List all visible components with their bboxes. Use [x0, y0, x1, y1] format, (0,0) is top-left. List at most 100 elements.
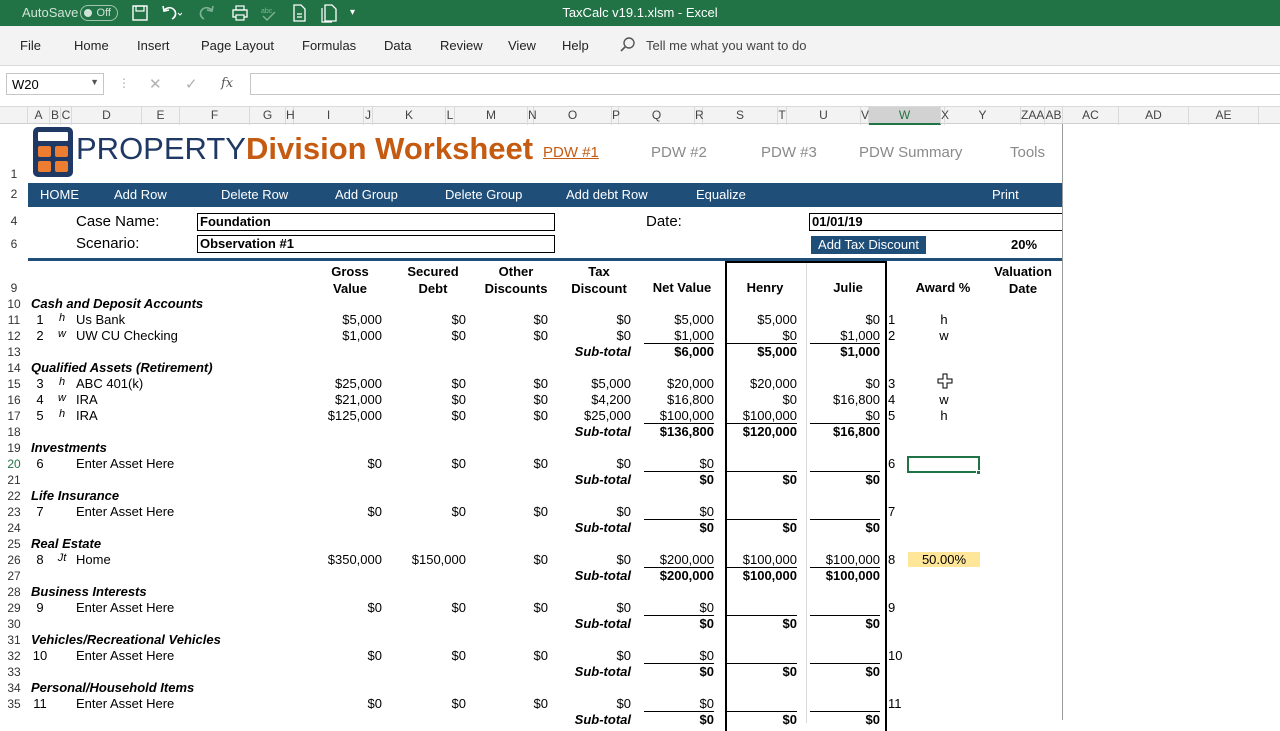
column-header-q[interactable]: Q: [619, 107, 695, 125]
item-index[interactable]: 5: [888, 408, 906, 423]
item-tax[interactable]: $0: [549, 312, 631, 327]
item-gross[interactable]: $0: [300, 648, 382, 663]
cancel-icon[interactable]: ✕: [149, 75, 162, 93]
group-title[interactable]: Investments: [31, 440, 107, 455]
search-icon[interactable]: [620, 26, 636, 66]
item-award[interactable]: w: [908, 328, 980, 343]
item-number[interactable]: 1: [31, 312, 49, 327]
undo-icon[interactable]: [160, 0, 183, 26]
item-other[interactable]: $0: [466, 456, 548, 471]
group-title[interactable]: Qualified Assets (Retirement): [31, 360, 213, 375]
column-header-i[interactable]: I: [294, 107, 364, 125]
subtotal-net[interactable]: $0: [632, 472, 714, 487]
case-name-field[interactable]: Foundation: [197, 213, 555, 231]
redo-icon[interactable]: [196, 0, 218, 26]
column-header-g[interactable]: G: [250, 107, 286, 125]
column-header-d[interactable]: D: [72, 107, 142, 125]
column-header-u[interactable]: U: [787, 107, 861, 125]
item-other[interactable]: $0: [466, 376, 548, 391]
item-number[interactable]: 3: [31, 376, 49, 391]
formula-input[interactable]: [250, 73, 1280, 95]
tab-pdw-1[interactable]: PDW #1: [543, 144, 599, 161]
item-henry[interactable]: $100,000: [715, 408, 797, 423]
item-number[interactable]: 9: [31, 600, 49, 615]
item-gross[interactable]: $0: [300, 600, 382, 615]
item-owner[interactable]: Jt: [53, 552, 71, 564]
fill-handle[interactable]: [976, 470, 981, 475]
item-julie[interactable]: $0: [798, 312, 880, 327]
item-net[interactable]: $16,800: [632, 392, 714, 407]
subtotal-julie[interactable]: $0: [798, 520, 880, 535]
subtotal-net[interactable]: $200,000: [632, 568, 714, 583]
item-index[interactable]: 10: [888, 648, 906, 663]
item-owner[interactable]: h: [53, 408, 71, 420]
item-gross[interactable]: $5,000: [300, 312, 382, 327]
subtotal-label[interactable]: Sub-total: [549, 520, 631, 535]
column-header-f[interactable]: F: [180, 107, 250, 125]
column-header-w[interactable]: W: [869, 107, 941, 125]
item-name[interactable]: UW CU Checking: [76, 328, 178, 343]
tab-tools[interactable]: Tools: [1010, 144, 1045, 161]
item-tax[interactable]: $0: [549, 504, 631, 519]
column-header-j[interactable]: J: [364, 107, 373, 125]
item-net[interactable]: $0: [632, 696, 714, 711]
item-name[interactable]: IRA: [76, 408, 98, 423]
column-header-a[interactable]: A: [28, 107, 50, 125]
tab-pdw-3[interactable]: PDW #3: [761, 144, 817, 161]
menu-formulas[interactable]: Formulas: [302, 26, 356, 66]
column-header-p[interactable]: P: [612, 107, 620, 125]
delete-row-button[interactable]: Delete Row: [221, 183, 288, 207]
subtotal-henry[interactable]: $0: [715, 664, 797, 679]
subtotal-net[interactable]: $6,000: [632, 344, 714, 359]
item-name[interactable]: IRA: [76, 392, 98, 407]
item-net[interactable]: $1,000: [632, 328, 714, 343]
item-number[interactable]: 7: [31, 504, 49, 519]
group-title[interactable]: Real Estate: [31, 536, 101, 551]
enter-icon[interactable]: ✓: [185, 75, 198, 93]
column-header-l[interactable]: L: [446, 107, 455, 125]
subtotal-henry[interactable]: $0: [715, 472, 797, 487]
item-index[interactable]: 11: [888, 696, 906, 711]
item-net[interactable]: $0: [632, 456, 714, 471]
item-index[interactable]: 1: [888, 312, 906, 327]
column-header-h[interactable]: H: [286, 107, 295, 125]
item-gross[interactable]: $0: [300, 456, 382, 471]
subtotal-julie[interactable]: $100,000: [798, 568, 880, 583]
item-secured[interactable]: $0: [384, 648, 466, 663]
item-gross[interactable]: $350,000: [300, 552, 382, 567]
group-title[interactable]: Business Interests: [31, 584, 147, 599]
scenario-field[interactable]: Observation #1: [197, 235, 555, 253]
subtotal-net[interactable]: $0: [632, 664, 714, 679]
item-secured[interactable]: $0: [384, 696, 466, 711]
item-tax[interactable]: $0: [549, 696, 631, 711]
item-index[interactable]: 9: [888, 600, 906, 615]
menu-insert[interactable]: Insert: [137, 26, 170, 66]
column-header-t[interactable]: T: [778, 107, 787, 125]
item-gross[interactable]: $125,000: [300, 408, 382, 423]
item-julie[interactable]: $0: [798, 408, 880, 423]
subtotal-label[interactable]: Sub-total: [549, 424, 631, 439]
item-gross[interactable]: $0: [300, 696, 382, 711]
item-award[interactable]: h: [908, 408, 980, 423]
item-other[interactable]: $0: [466, 552, 548, 567]
new-document-icon[interactable]: [291, 0, 307, 26]
item-number[interactable]: 11: [31, 696, 49, 711]
item-gross[interactable]: $21,000: [300, 392, 382, 407]
item-number[interactable]: 10: [31, 648, 49, 663]
name-box[interactable]: W20 ▼: [6, 73, 104, 95]
selected-cell[interactable]: [907, 456, 980, 473]
add-debt-row-button[interactable]: Add debt Row: [566, 183, 648, 207]
item-index[interactable]: 4: [888, 392, 906, 407]
item-secured[interactable]: $0: [384, 376, 466, 391]
item-other[interactable]: $0: [466, 696, 548, 711]
copy-document-icon[interactable]: [320, 0, 338, 26]
subtotal-label[interactable]: Sub-total: [549, 616, 631, 631]
item-julie[interactable]: $100,000: [798, 552, 880, 567]
subtotal-net[interactable]: $0: [632, 616, 714, 631]
subtotal-label[interactable]: Sub-total: [549, 568, 631, 583]
item-secured[interactable]: $150,000: [384, 552, 466, 567]
item-number[interactable]: 4: [31, 392, 49, 407]
item-owner[interactable]: w: [53, 392, 71, 404]
item-owner[interactable]: h: [53, 312, 71, 324]
column-header-e[interactable]: E: [142, 107, 180, 125]
